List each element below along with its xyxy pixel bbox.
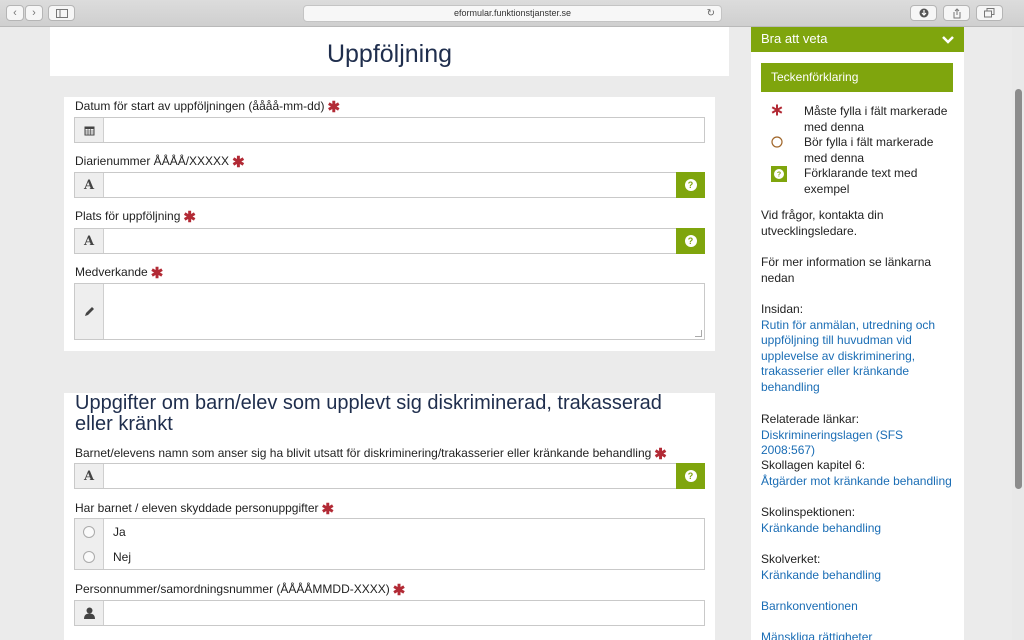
help-icon: ? <box>684 235 697 247</box>
datum-label: Datum för start av uppföljningen (åååå-m… <box>75 99 341 116</box>
browser-toolbar: ‹ › eformular.funktionstjanster.se ↻ <box>0 0 1024 27</box>
skollagen-link[interactable]: Åtgärder mot kränkande behandling <box>761 474 956 490</box>
tabs-icon <box>984 8 995 18</box>
download-icon <box>919 8 928 18</box>
radio-label-ja[interactable]: Ja <box>113 525 126 539</box>
plats-label: Plats för uppföljning ✱ <box>75 209 196 226</box>
text-icon: A <box>75 464 104 488</box>
title-panel: Uppföljning <box>50 27 729 76</box>
required-asterisk-icon: ✱ <box>150 265 164 282</box>
skyddade-radio-group: Ja Nej <box>74 518 705 570</box>
resize-handle[interactable] <box>695 330 702 337</box>
insidan-block: Insidan: Rutin för anmälan, utredning oc… <box>761 302 956 395</box>
help-icon: ? <box>771 166 787 185</box>
sidebar-icon <box>55 8 68 18</box>
diarienummer-label: Diarienummer ÅÅÅÅ/XXXXX ✱ <box>75 154 245 171</box>
medverkande-textarea[interactable] <box>74 283 705 340</box>
forward-button[interactable]: › <box>25 5 43 21</box>
required-asterisk-icon: ✱ <box>654 446 667 463</box>
skolverket-link[interactable]: Kränkande behandling <box>761 568 956 584</box>
insidan-link[interactable]: Rutin för anmälan, utredning och uppfölj… <box>761 318 956 396</box>
chevron-down-icon[interactable] <box>942 29 954 52</box>
form-section-2: Uppgifter om barn/elev som upplevt sig d… <box>64 393 715 640</box>
skyddade-label: Har barnet / eleven skyddade personuppgi… <box>75 501 335 518</box>
skolverket-block: Skolverket: Kränkande behandling <box>761 552 956 583</box>
page-viewport: Uppföljning Datum för start av uppföljni… <box>0 27 1024 640</box>
circle-icon <box>771 136 783 151</box>
barnkonventionen-link[interactable]: Barnkonventionen <box>761 599 956 615</box>
help-button[interactable]: ? <box>676 463 705 489</box>
info-sidebar: Bra att veta Teckenförklaring Måste fyll… <box>751 27 964 640</box>
asterisk-icon <box>771 104 783 119</box>
section-heading: Uppgifter om barn/elev som upplevt sig d… <box>75 392 662 435</box>
help-button[interactable]: ? <box>676 228 705 254</box>
related-block: Relaterade länkar: Diskrimineringslagen … <box>761 412 956 459</box>
form-section-1: Datum för start av uppföljningen (åååå-m… <box>64 97 715 351</box>
manskliga-rattigheter-link[interactable]: Mänskliga rättigheter <box>761 630 956 640</box>
sidebar-toggle-button[interactable] <box>48 5 75 21</box>
calendar-icon[interactable] <box>75 118 104 142</box>
address-bar[interactable]: eformular.funktionstjanster.se ↻ <box>303 5 722 22</box>
downloads-button[interactable] <box>910 5 937 21</box>
related-link[interactable]: Diskrimineringslagen (SFS 2008:567) <box>761 428 956 459</box>
skolverket-label: Skolverket: <box>761 552 821 566</box>
legend-header: Teckenförklaring <box>761 63 953 92</box>
skolinspektionen-block: Skolinspektionen: Kränkande behandling <box>761 505 956 536</box>
skolinspektionen-link[interactable]: Kränkande behandling <box>761 521 956 537</box>
text-icon: A <box>75 229 104 253</box>
skollagen-block: Skollagen kapitel 6: Åtgärder mot kränka… <box>761 458 956 489</box>
personnummer-label: Personnummer/samordningsnummer (ÅÅÅÅMMDD… <box>75 582 406 599</box>
skollagen-label: Skollagen kapitel 6: <box>761 458 866 472</box>
page-title: Uppföljning <box>326 40 453 68</box>
forward-icon: › <box>32 6 36 19</box>
insidan-label: Insidan: <box>761 302 804 316</box>
legend-recommended-text: Bör fylla i fält markerade med denna <box>804 135 934 165</box>
share-icon <box>953 7 960 18</box>
help-button[interactable]: ? <box>676 172 705 198</box>
required-asterisk-icon: ✱ <box>232 154 245 171</box>
required-asterisk-icon: ✱ <box>321 501 335 518</box>
required-asterisk-icon: ✱ <box>327 99 341 116</box>
sidebar-header[interactable]: Bra att veta <box>751 27 964 52</box>
share-button[interactable] <box>943 5 970 21</box>
help-icon: ? <box>684 179 697 191</box>
radio-label-nej[interactable]: Nej <box>113 550 131 564</box>
tabs-button[interactable] <box>976 5 1003 21</box>
more-info-text: För mer information se länkarna nedan <box>761 255 932 285</box>
plats-field[interactable]: A ? <box>74 228 705 254</box>
text-icon: A <box>75 173 104 197</box>
skolinspektionen-label: Skolinspektionen: <box>761 505 856 519</box>
required-asterisk-icon: ✱ <box>392 582 406 599</box>
back-button[interactable]: ‹ <box>6 5 24 21</box>
url-text: eformular.funktionstjanster.se <box>453 8 572 18</box>
legend-required-text: Måste fylla i fält markerade med denna <box>804 104 948 134</box>
radio-nej[interactable] <box>83 551 95 563</box>
reload-icon[interactable]: ↻ <box>707 6 715 21</box>
pencil-icon <box>75 284 104 339</box>
diarienummer-field[interactable]: A ? <box>74 172 705 198</box>
help-icon: ? <box>684 470 697 482</box>
related-label: Relaterade länkar: <box>761 412 860 426</box>
contact-text: Vid frågor, kontakta din utvecklingsleda… <box>761 208 884 238</box>
namn-field[interactable]: A ? <box>74 463 705 489</box>
back-icon: ‹ <box>13 6 17 19</box>
scrollbar[interactable] <box>1012 27 1024 640</box>
user-icon <box>75 601 104 625</box>
personnummer-field[interactable] <box>74 600 705 626</box>
svg-text:?: ? <box>777 172 781 179</box>
required-asterisk-icon: ✱ <box>183 209 196 226</box>
medverkande-label: Medverkande ✱ <box>75 265 164 282</box>
scrollbar-thumb[interactable] <box>1015 89 1022 489</box>
legend-help-text: Förklarande text med exempel <box>804 166 918 196</box>
radio-ja[interactable] <box>83 526 95 538</box>
datum-field[interactable] <box>74 117 705 143</box>
namn-label: Barnet/elevens namn som anser sig ha bli… <box>75 446 667 463</box>
